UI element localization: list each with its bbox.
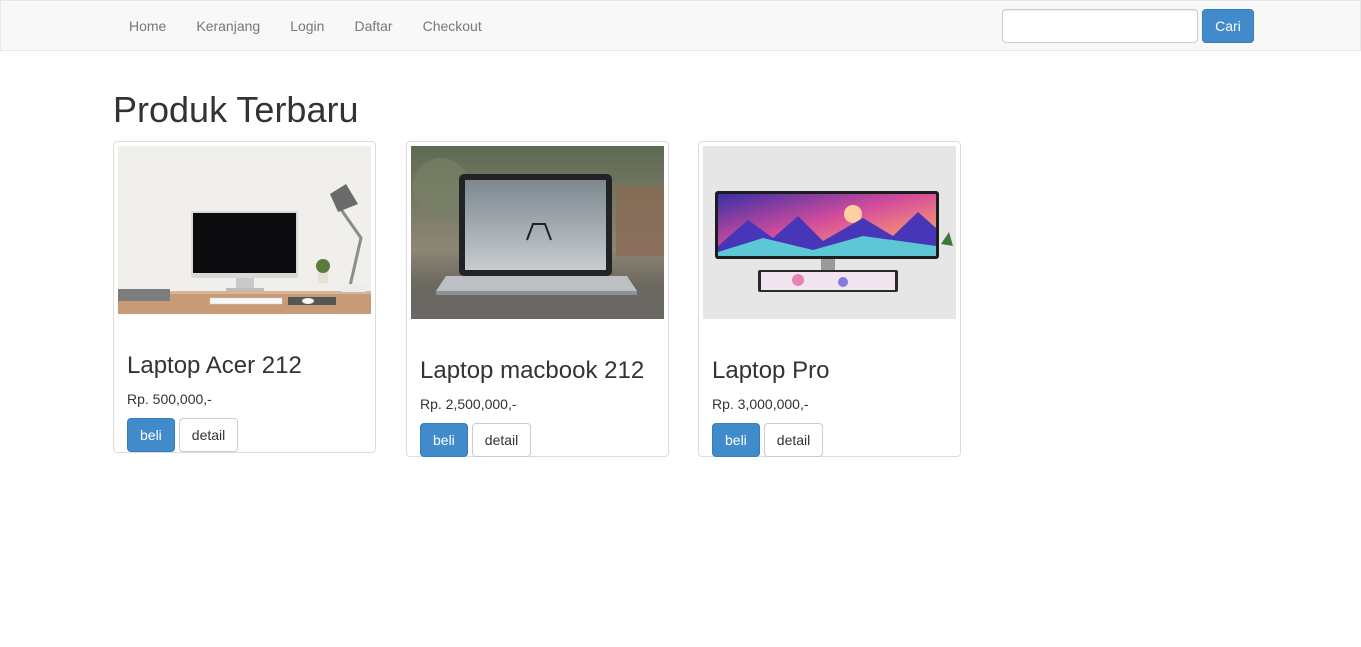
- product-card: Laptop Pro Rp. 3,000,000,- beli detail: [698, 141, 961, 457]
- product-price: Rp. 500,000,-: [127, 391, 212, 407]
- product-card: Laptop Acer 212 Rp. 500,000,- beli detai…: [113, 141, 376, 453]
- ultrawide-monitor-photo[interactable]: [703, 146, 956, 319]
- product-name: Laptop Acer 212: [127, 352, 302, 379]
- macbook-photo[interactable]: [411, 146, 664, 319]
- nav-checkout[interactable]: Checkout: [408, 1, 497, 51]
- nav-home[interactable]: Home: [114, 1, 181, 51]
- product-price: Rp. 3,000,000,-: [712, 396, 809, 412]
- product-price: Rp. 2,500,000,-: [420, 396, 517, 412]
- detail-button[interactable]: detail: [178, 418, 239, 452]
- search-input[interactable]: [1002, 9, 1198, 43]
- card-buttons: beli detail: [420, 423, 655, 457]
- search-button[interactable]: Cari: [1202, 9, 1254, 43]
- card-caption: Laptop macbook 212 Rp. 2,500,000,- beli …: [411, 319, 664, 457]
- nav-daftar[interactable]: Daftar: [339, 1, 407, 51]
- nav-keranjang[interactable]: Keranjang: [181, 1, 275, 51]
- buy-button[interactable]: beli: [712, 423, 760, 457]
- product-name: Laptop macbook 212: [420, 357, 645, 384]
- detail-button[interactable]: detail: [471, 423, 532, 457]
- nav-login[interactable]: Login: [275, 1, 339, 51]
- nav-links: Home Keranjang Login Daftar Checkout: [114, 1, 497, 51]
- buy-button[interactable]: beli: [420, 423, 468, 457]
- card-caption: Laptop Acer 212 Rp. 500,000,- beli detai…: [118, 314, 371, 452]
- card-caption: Laptop Pro Rp. 3,000,000,- beli detail: [703, 319, 956, 457]
- imac-desk-photo[interactable]: [118, 146, 371, 314]
- navbar: Home Keranjang Login Daftar Checkout Car…: [0, 0, 1361, 51]
- product-card: Laptop macbook 212 Rp. 2,500,000,- beli …: [406, 141, 669, 457]
- card-buttons: beli detail: [127, 418, 362, 452]
- buy-button[interactable]: beli: [127, 418, 175, 452]
- detail-button[interactable]: detail: [763, 423, 824, 457]
- product-name: Laptop Pro: [712, 357, 830, 384]
- card-buttons: beli detail: [712, 423, 947, 457]
- page-title: Produk Terbaru: [113, 89, 359, 130]
